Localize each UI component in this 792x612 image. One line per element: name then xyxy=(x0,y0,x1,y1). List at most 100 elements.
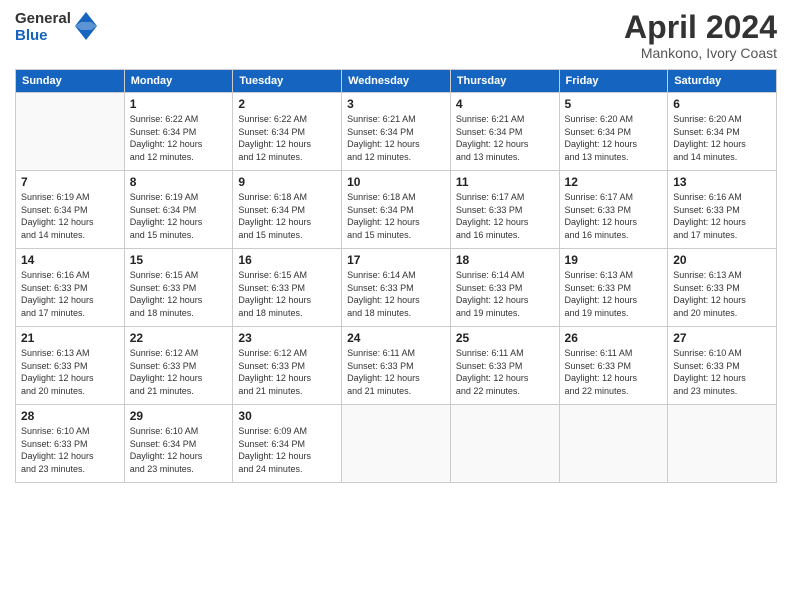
cell-w5-d3: 30 Sunrise: 6:09 AM Sunset: 6:34 PM Dayli… xyxy=(233,405,342,483)
day-info: Sunrise: 6:13 AM Sunset: 6:33 PM Dayligh… xyxy=(21,347,119,397)
week-row-5: 28 Sunrise: 6:10 AM Sunset: 6:33 PM Dayli… xyxy=(16,405,777,483)
header-monday: Monday xyxy=(124,70,233,93)
page: General Blue April 2024 Mankono, Ivory C… xyxy=(0,0,792,612)
day-info: Sunrise: 6:09 AM Sunset: 6:34 PM Dayligh… xyxy=(238,425,336,475)
header-saturday: Saturday xyxy=(668,70,777,93)
day-number: 26 xyxy=(565,331,663,345)
day-info: Sunrise: 6:10 AM Sunset: 6:33 PM Dayligh… xyxy=(21,425,119,475)
day-info: Sunrise: 6:17 AM Sunset: 6:33 PM Dayligh… xyxy=(565,191,663,241)
day-info: Sunrise: 6:21 AM Sunset: 6:34 PM Dayligh… xyxy=(347,113,445,163)
cell-w5-d6 xyxy=(559,405,668,483)
day-number: 7 xyxy=(21,175,119,189)
cell-w3-d6: 19 Sunrise: 6:13 AM Sunset: 6:33 PM Dayli… xyxy=(559,249,668,327)
day-number: 1 xyxy=(130,97,228,111)
header-sunday: Sunday xyxy=(16,70,125,93)
cell-w1-d3: 2Sunrise: 6:22 AM Sunset: 6:34 PM Daylig… xyxy=(233,93,342,171)
header-tuesday: Tuesday xyxy=(233,70,342,93)
cell-w3-d3: 16 Sunrise: 6:15 AM Sunset: 6:33 PM Dayli… xyxy=(233,249,342,327)
cell-w4-d1: 21 Sunrise: 6:13 AM Sunset: 6:33 PM Dayli… xyxy=(16,327,125,405)
day-number: 4 xyxy=(456,97,554,111)
day-info: Sunrise: 6:18 AM Sunset: 6:34 PM Dayligh… xyxy=(238,191,336,241)
cell-w1-d7: 6 Sunrise: 6:20 AM Sunset: 6:34 PM Daylig… xyxy=(668,93,777,171)
week-row-3: 14 Sunrise: 6:16 AM Sunset: 6:33 PM Dayli… xyxy=(16,249,777,327)
day-info: Sunrise: 6:10 AM Sunset: 6:33 PM Dayligh… xyxy=(673,347,771,397)
cell-w4-d6: 26Sunrise: 6:11 AM Sunset: 6:33 PM Dayli… xyxy=(559,327,668,405)
day-info: Sunrise: 6:14 AM Sunset: 6:33 PM Dayligh… xyxy=(456,269,554,319)
day-number: 27 xyxy=(673,331,771,345)
day-number: 15 xyxy=(130,253,228,267)
day-info: Sunrise: 6:12 AM Sunset: 6:33 PM Dayligh… xyxy=(130,347,228,397)
day-number: 28 xyxy=(21,409,119,423)
cell-w1-d2: 1 Sunrise: 6:22 AM Sunset: 6:34 PM Daylig… xyxy=(124,93,233,171)
cell-w1-d5: 4 Sunrise: 6:21 AM Sunset: 6:34 PM Daylig… xyxy=(450,93,559,171)
day-info: Sunrise: 6:22 AM Sunset: 6:34 PM Dayligh… xyxy=(130,113,228,163)
day-info: Sunrise: 6:10 AM Sunset: 6:34 PM Dayligh… xyxy=(130,425,228,475)
week-row-1: 1 Sunrise: 6:22 AM Sunset: 6:34 PM Daylig… xyxy=(16,93,777,171)
day-number: 20 xyxy=(673,253,771,267)
day-info: Sunrise: 6:20 AM Sunset: 6:34 PM Dayligh… xyxy=(673,113,771,163)
day-number: 8 xyxy=(130,175,228,189)
day-number: 10 xyxy=(347,175,445,189)
month-title: April 2024 xyxy=(624,10,777,45)
day-number: 25 xyxy=(456,331,554,345)
day-info: Sunrise: 6:14 AM Sunset: 6:33 PM Dayligh… xyxy=(347,269,445,319)
day-number: 13 xyxy=(673,175,771,189)
cell-w2-d2: 8Sunrise: 6:19 AM Sunset: 6:34 PM Daylig… xyxy=(124,171,233,249)
calendar-header-row: SundayMondayTuesdayWednesdayThursdayFrid… xyxy=(16,70,777,93)
header-thursday: Thursday xyxy=(450,70,559,93)
cell-w2-d7: 13 Sunrise: 6:16 AM Sunset: 6:33 PM Dayli… xyxy=(668,171,777,249)
day-info: Sunrise: 6:13 AM Sunset: 6:33 PM Dayligh… xyxy=(565,269,663,319)
cell-w2-d5: 11 Sunrise: 6:17 AM Sunset: 6:33 PM Dayli… xyxy=(450,171,559,249)
day-info: Sunrise: 6:11 AM Sunset: 6:33 PM Dayligh… xyxy=(456,347,554,397)
week-row-2: 7 Sunrise: 6:19 AM Sunset: 6:34 PM Daylig… xyxy=(16,171,777,249)
day-number: 9 xyxy=(238,175,336,189)
day-number: 30 xyxy=(238,409,336,423)
cell-w3-d1: 14 Sunrise: 6:16 AM Sunset: 6:33 PM Dayli… xyxy=(16,249,125,327)
cell-w5-d2: 29 Sunrise: 6:10 AM Sunset: 6:34 PM Dayli… xyxy=(124,405,233,483)
day-info: Sunrise: 6:16 AM Sunset: 6:33 PM Dayligh… xyxy=(21,269,119,319)
day-number: 19 xyxy=(565,253,663,267)
day-info: Sunrise: 6:15 AM Sunset: 6:33 PM Dayligh… xyxy=(130,269,228,319)
day-number: 12 xyxy=(565,175,663,189)
cell-w4-d3: 23 Sunrise: 6:12 AM Sunset: 6:33 PM Dayli… xyxy=(233,327,342,405)
day-info: Sunrise: 6:17 AM Sunset: 6:33 PM Dayligh… xyxy=(456,191,554,241)
cell-w5-d5 xyxy=(450,405,559,483)
day-number: 17 xyxy=(347,253,445,267)
cell-w4-d5: 25 Sunrise: 6:11 AM Sunset: 6:33 PM Dayli… xyxy=(450,327,559,405)
subtitle: Mankono, Ivory Coast xyxy=(624,45,777,61)
day-number: 23 xyxy=(238,331,336,345)
day-number: 14 xyxy=(21,253,119,267)
day-number: 21 xyxy=(21,331,119,345)
cell-w5-d7 xyxy=(668,405,777,483)
cell-w5-d1: 28 Sunrise: 6:10 AM Sunset: 6:33 PM Dayli… xyxy=(16,405,125,483)
day-number: 16 xyxy=(238,253,336,267)
day-info: Sunrise: 6:19 AM Sunset: 6:34 PM Dayligh… xyxy=(21,191,119,241)
title-area: April 2024 Mankono, Ivory Coast xyxy=(624,10,777,61)
cell-w4-d4: 24Sunrise: 6:11 AM Sunset: 6:33 PM Dayli… xyxy=(342,327,451,405)
day-number: 6 xyxy=(673,97,771,111)
day-number: 11 xyxy=(456,175,554,189)
cell-w2-d6: 12 Sunrise: 6:17 AM Sunset: 6:33 PM Dayli… xyxy=(559,171,668,249)
cell-w4-d7: 27 Sunrise: 6:10 AM Sunset: 6:33 PM Dayli… xyxy=(668,327,777,405)
cell-w3-d5: 18 Sunrise: 6:14 AM Sunset: 6:33 PM Dayli… xyxy=(450,249,559,327)
cell-w4-d2: 22 Sunrise: 6:12 AM Sunset: 6:33 PM Dayli… xyxy=(124,327,233,405)
cell-w5-d4 xyxy=(342,405,451,483)
logo-general: General xyxy=(15,10,71,27)
day-number: 18 xyxy=(456,253,554,267)
day-number: 24 xyxy=(347,331,445,345)
day-info: Sunrise: 6:12 AM Sunset: 6:33 PM Dayligh… xyxy=(238,347,336,397)
header: General Blue April 2024 Mankono, Ivory C… xyxy=(15,10,777,61)
cell-w1-d6: 5Sunrise: 6:20 AM Sunset: 6:34 PM Daylig… xyxy=(559,93,668,171)
header-friday: Friday xyxy=(559,70,668,93)
day-number: 2 xyxy=(238,97,336,111)
day-info: Sunrise: 6:16 AM Sunset: 6:33 PM Dayligh… xyxy=(673,191,771,241)
cell-w2-d3: 9 Sunrise: 6:18 AM Sunset: 6:34 PM Daylig… xyxy=(233,171,342,249)
cell-w2-d4: 10Sunrise: 6:18 AM Sunset: 6:34 PM Dayli… xyxy=(342,171,451,249)
cell-w2-d1: 7 Sunrise: 6:19 AM Sunset: 6:34 PM Daylig… xyxy=(16,171,125,249)
day-number: 29 xyxy=(130,409,228,423)
logo-area: General Blue xyxy=(15,10,97,45)
day-info: Sunrise: 6:15 AM Sunset: 6:33 PM Dayligh… xyxy=(238,269,336,319)
day-number: 22 xyxy=(130,331,228,345)
day-info: Sunrise: 6:21 AM Sunset: 6:34 PM Dayligh… xyxy=(456,113,554,163)
header-wednesday: Wednesday xyxy=(342,70,451,93)
